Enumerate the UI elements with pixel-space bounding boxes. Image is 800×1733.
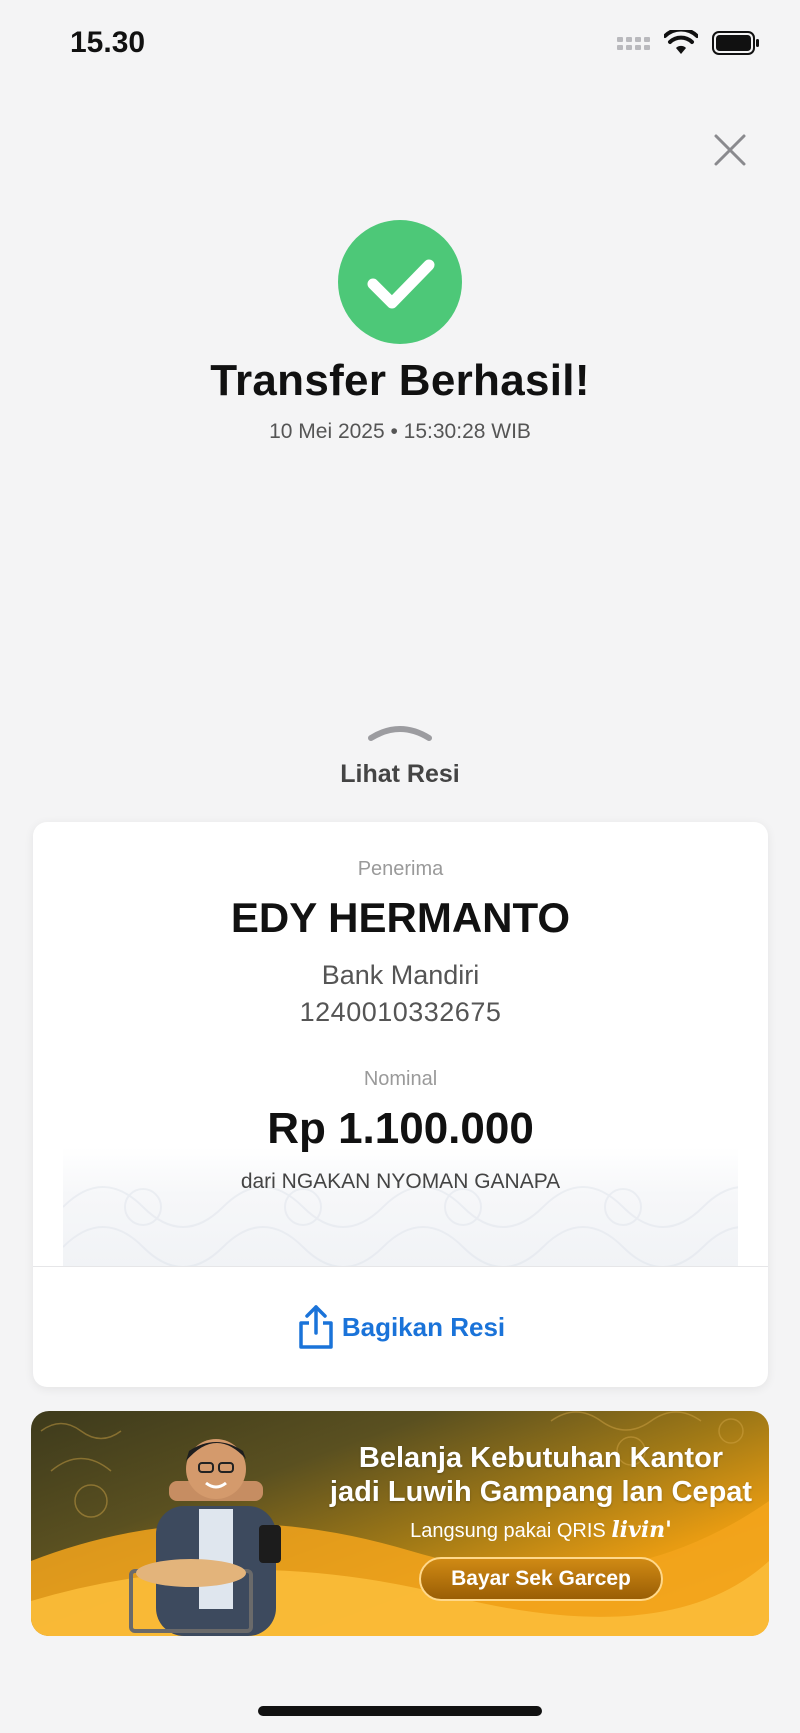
cellular-signal-icon [617,36,650,50]
livin-logo: livin' [611,1517,672,1543]
home-indicator[interactable] [258,1706,542,1716]
chevron-up-icon [368,726,432,741]
status-time: 15.30 [70,26,146,59]
promo-subtext-label: Langsung pakai QRIS [410,1520,606,1542]
wifi-icon [664,30,698,54]
recipient-bank: Bank Mandiri [321,960,480,990]
recipient-account-number: 1240010332675 [299,997,502,1027]
transfer-amount: Rp 1.100.000 [267,1104,534,1153]
status-icons [617,30,760,56]
decorative-pattern [62,1147,768,1268]
close-button[interactable] [710,130,750,170]
share-icon [299,1305,333,1349]
share-receipt-label: Bagikan Resi [341,1311,506,1342]
share-receipt-button[interactable]: Bagikan Resi [33,1267,768,1387]
success-title: Transfer Berhasil! [210,356,590,405]
promo-subtext: Langsung pakai QRIS livin' [321,1517,761,1543]
receipt-details: Penerima EDY HERMANTO Bank Mandiri 12400… [33,822,768,1268]
promo-cta-button[interactable]: Bayar Sek Garcep [419,1557,663,1601]
promo-person-illustration [129,1439,281,1636]
promo-banner[interactable]: Belanja Kebutuhan Kantor jadi Luwih Gamp… [31,1411,769,1636]
battery-icon [712,31,759,55]
view-receipt-label: Lihat Resi [340,760,460,788]
promo-headline-1: Belanja Kebutuhan Kantor [358,1442,724,1474]
receipt-card: Penerima EDY HERMANTO Bank Mandiri 12400… [33,822,768,1387]
view-receipt-toggle[interactable]: Lihat Resi [0,722,800,789]
status-bar: 15.30 [0,0,800,90]
amount-label: Nominal [363,1068,438,1090]
transaction-datetime: 10 Mei 2025 • 15:30:28 WIB [269,420,531,443]
recipient-name: EDY HERMANTO [230,894,571,941]
promo-headline-2: jadi Luwih Gampang lan Cepat [329,1476,753,1508]
sender-name: dari NGAKAN NYOMAN GANAPA [240,1170,561,1193]
close-icon [714,134,746,166]
check-circle-icon [338,220,462,344]
recipient-label: Penerima [357,858,444,880]
promo-text: Belanja Kebutuhan Kantor jadi Luwih Gamp… [321,1441,761,1601]
